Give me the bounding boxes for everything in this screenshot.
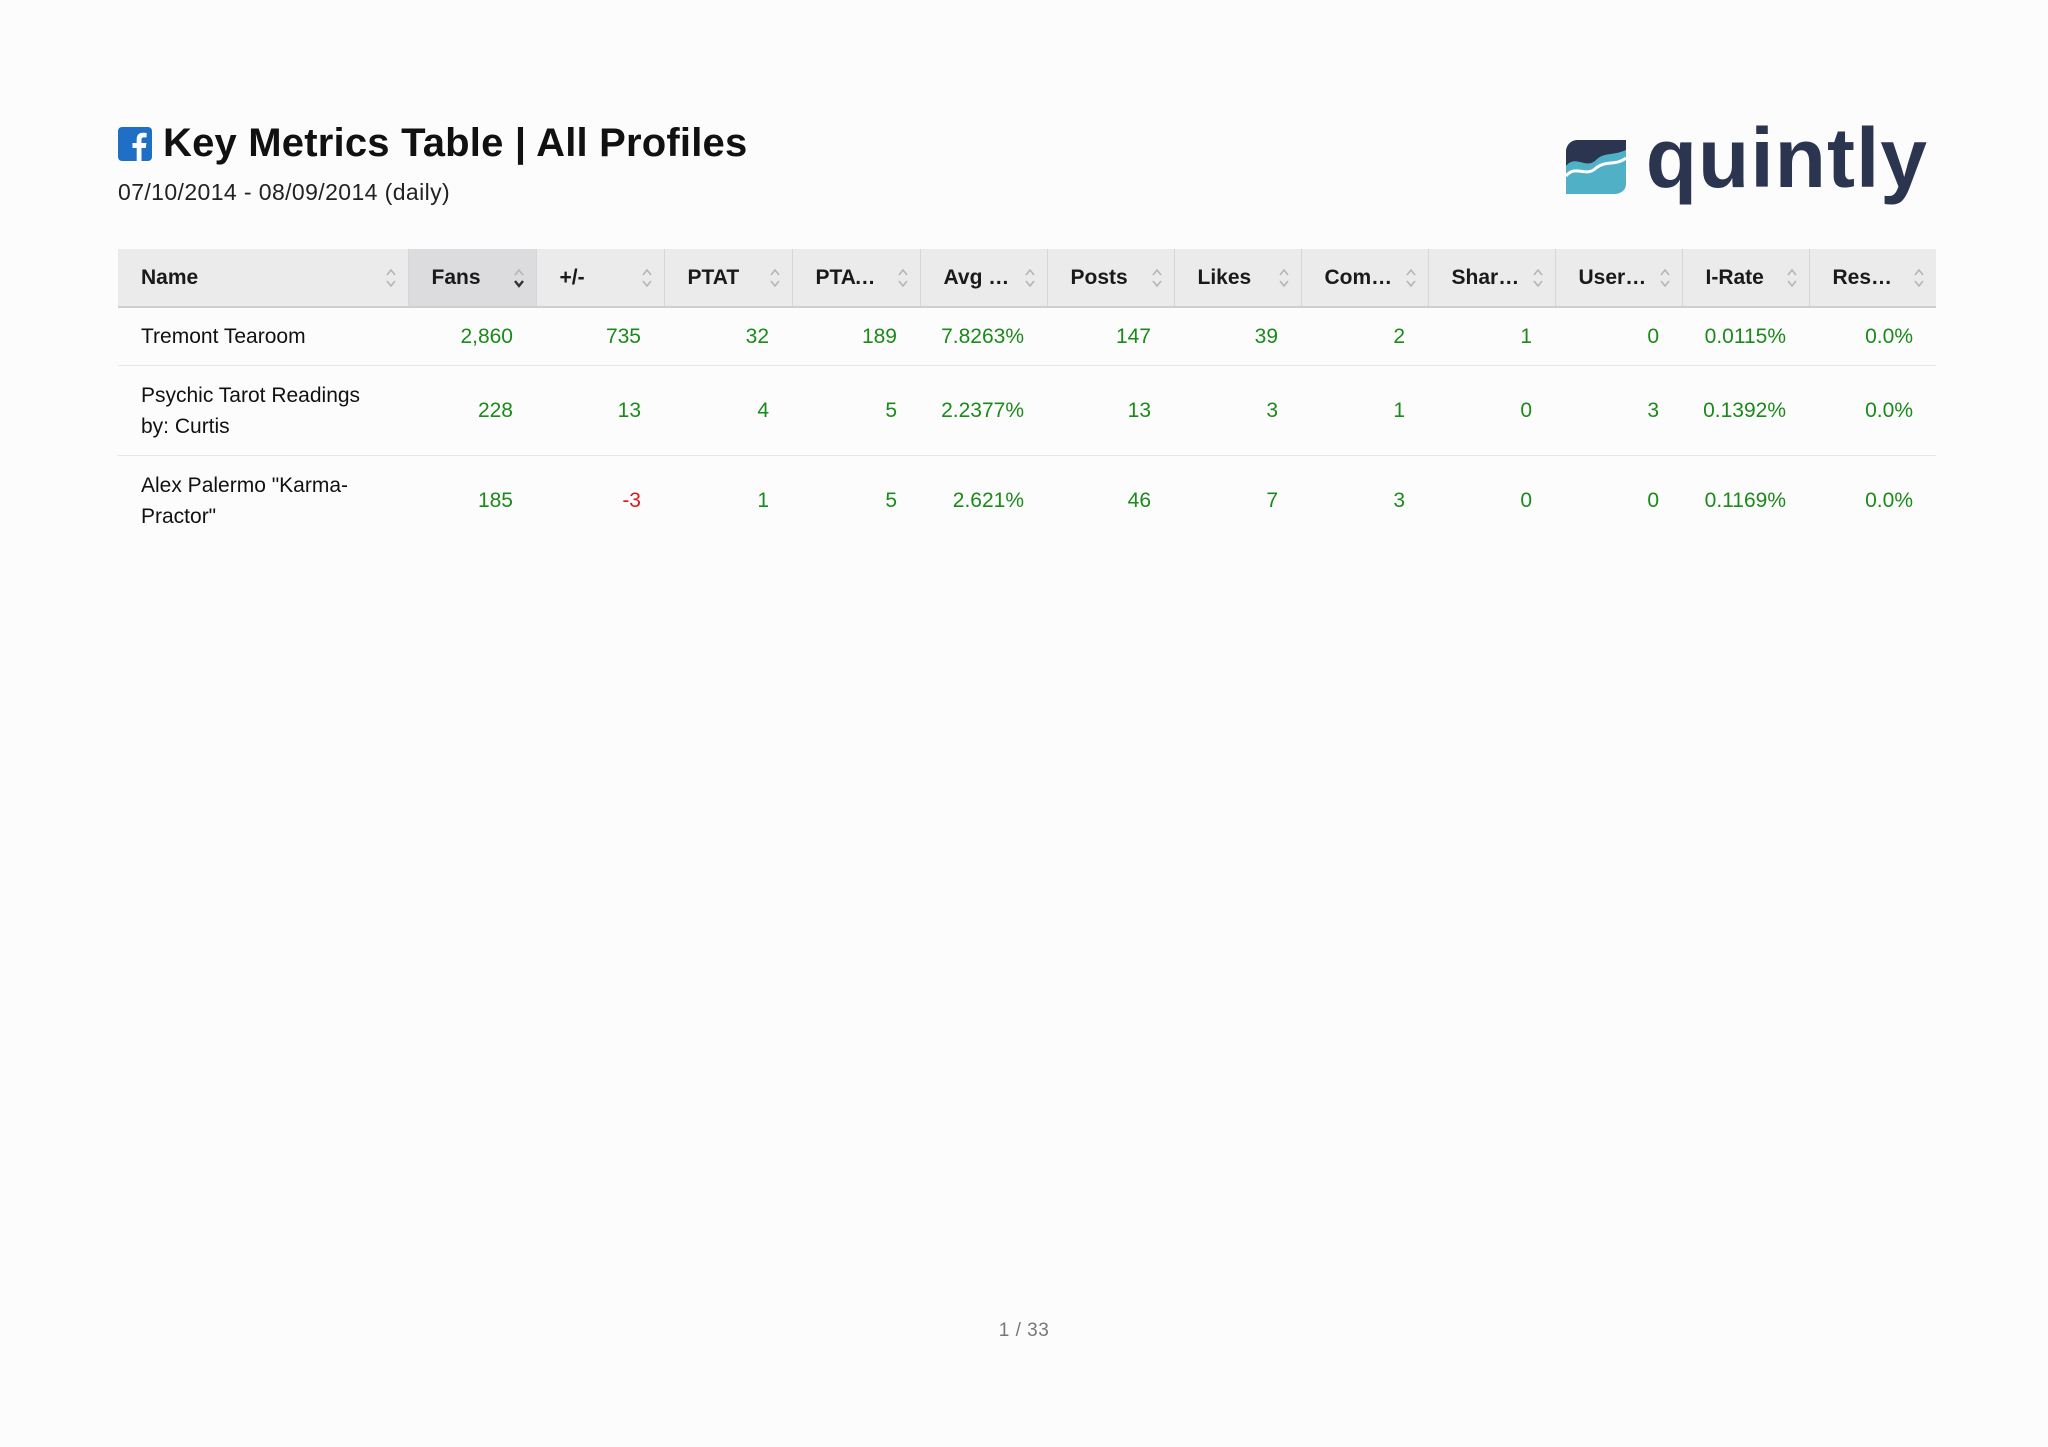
key-metrics-table: Name Fans +/- PTAT PTAT ... Avg P... Posts Like… [118,249,1936,545]
sort-icon[interactable] [1277,266,1291,290]
metric-cell: 4 [664,365,792,456]
metric-cell: 1 [1428,307,1555,366]
metric-cell: 147 [1047,307,1174,366]
metric-cell: 32 [664,307,792,366]
sort-icon[interactable] [1150,266,1164,290]
column-header-likes[interactable]: Likes [1174,249,1302,308]
metric-cell: 5 [792,365,920,456]
facebook-icon [118,127,152,161]
metric-cell: 185 [477,489,513,512]
metric-cell: 0.1169% [1704,489,1786,512]
column-header-posts[interactable]: Posts [1047,249,1175,308]
column-header-label: PTAT ... [815,265,886,289]
profile-name-cell: Psychic Tarot Readings by: Curtis [118,365,408,456]
metric-cell: 2 [1301,307,1428,366]
metric-cell: 0 [1520,489,1532,512]
sort-icon[interactable] [1404,266,1418,290]
metric-cell: 0.0% [1809,365,1936,456]
column-header-label: Posts [1070,265,1128,289]
metric-cell: 0.0% [1865,489,1913,512]
sort-icon[interactable] [640,266,654,290]
metric-cell: 13 [536,365,664,456]
column-header-label: Respo... [1832,265,1903,289]
quintly-logo: quintly [1564,116,1928,200]
column-header-ptat[interactable]: PTAT [664,249,793,308]
table-body: Tremont Tearoom 2,860 735 32 189 7.8263% 147 39… [118,307,1936,545]
metric-cell: 3 [1555,365,1682,456]
metric-cell: 735 [536,307,664,366]
sort-icon[interactable] [384,266,398,290]
sort-descending-icon[interactable] [512,266,526,290]
table-row: Tremont Tearoom 2,860 735 32 189 7.8263% 147 39… [118,307,1936,366]
column-header-user-p[interactable]: User P... [1555,249,1683,308]
column-header-label: User P... [1578,265,1648,289]
column-header-comm[interactable]: Comm... [1301,249,1429,308]
column-header-label: Shares [1451,265,1521,289]
metric-cell: 3 [1393,489,1405,512]
sort-icon[interactable] [768,266,782,290]
metric-cell: 2.2377% [920,365,1047,456]
metric-cell: -3 [622,489,641,512]
sort-icon[interactable] [1785,266,1799,290]
column-header-i-rate[interactable]: I-Rate [1682,249,1810,308]
metric-cell: 7 [1266,489,1278,512]
metric-cell: 0 [1428,365,1555,456]
column-header-label: Likes [1197,265,1252,289]
table-header-row: Name Fans +/- PTAT PTAT ... Avg P... Posts Like… [118,249,1936,308]
metric-cell: 0 [1555,307,1682,366]
table-row: Alex Palermo "Karma-Practor" 185 -3 1 5 2.621… [118,456,1936,546]
sort-icon[interactable] [1531,266,1545,290]
metric-cell: 39 [1174,307,1301,366]
quintly-logo-mark-icon [1564,140,1627,194]
metric-cell: 5 [885,489,897,512]
report-header: Key Metrics Table | All Profiles 07/10/2… [118,116,1928,228]
column-header-shares[interactable]: Shares [1428,249,1556,308]
column-header-respo[interactable]: Respo... [1809,249,1936,308]
metric-cell: 0.0% [1809,307,1936,366]
sort-icon[interactable] [1912,266,1926,290]
metric-cell: 2.621% [952,489,1024,512]
column-header-label: +/- [559,265,585,289]
metric-cell: 1 [757,489,769,512]
column-header-fans[interactable]: Fans [408,249,537,308]
column-header-label: Avg P... [943,265,1013,289]
metric-cell: 1 [1301,365,1428,456]
sort-icon[interactable] [1658,266,1672,290]
metric-cell: 228 [408,365,536,456]
metric-cell: 0.0115% [1682,307,1809,366]
column-header-label: PTAT [687,265,740,289]
metric-cell: 46 [1127,489,1151,512]
sort-icon[interactable] [896,266,910,290]
column-header-ptat[interactable]: PTAT ... [792,249,921,308]
column-header-label: Comm... [1324,265,1394,289]
column-header-label: Name [141,265,199,289]
quintly-logo-text: quintly [1645,111,1928,205]
column-header-label: Fans [431,265,481,289]
page-title: Key Metrics Table | All Profiles [163,120,748,165]
metric-cell: 2,860 [408,307,536,366]
column-header-name[interactable]: Name [118,249,409,308]
page-number: 1 / 33 [998,1320,1050,1341]
column-header-col-2[interactable]: +/- [536,249,665,308]
metric-cell: 189 [792,307,920,366]
column-header-avg-p[interactable]: Avg P... [920,249,1048,308]
table-row: Psychic Tarot Readings by: Curtis 228 13 4 5… [118,365,1936,456]
profile-name-cell: Alex Palermo "Karma-Practor" [141,473,349,528]
sort-icon[interactable] [1023,266,1037,290]
profile-name-cell: Tremont Tearoom [118,307,408,366]
metric-cell: 0 [1647,489,1659,512]
metric-cell: 0.1392% [1682,365,1809,456]
metric-cell: 13 [1047,365,1174,456]
metric-cell: 3 [1174,365,1301,456]
metric-cell: 7.8263% [920,307,1047,366]
column-header-label: I-Rate [1705,265,1764,289]
